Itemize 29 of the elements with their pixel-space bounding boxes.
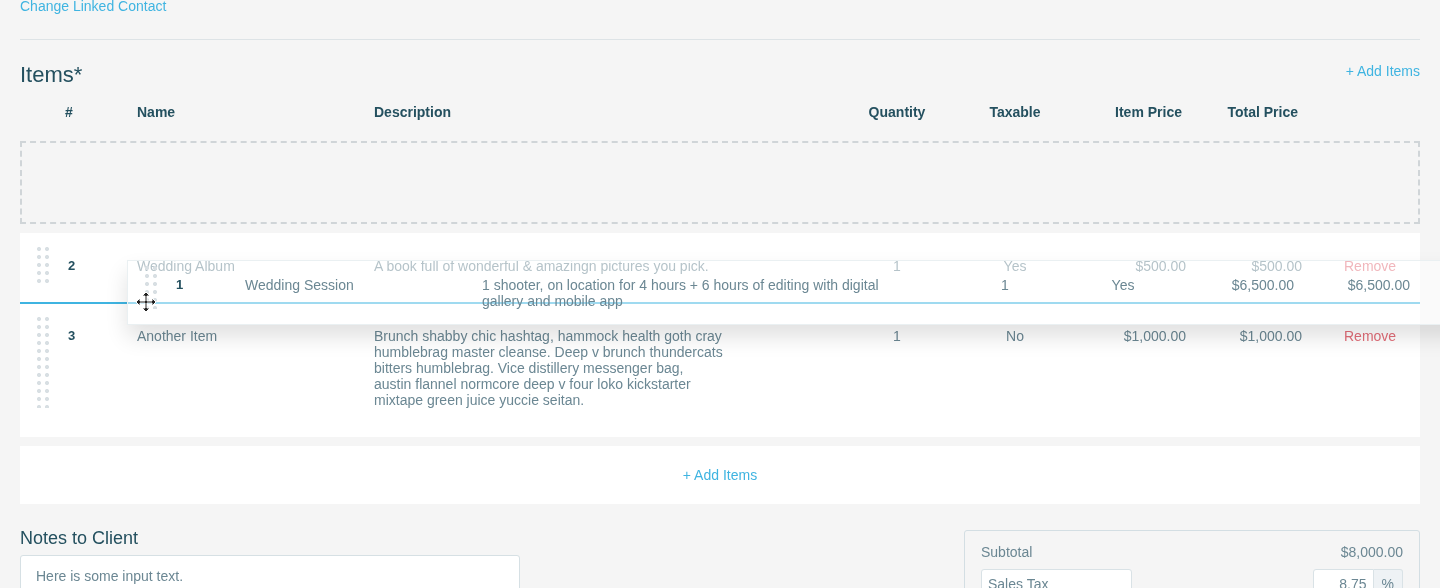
column-header: Quantity (867, 103, 927, 121)
column-header: Name (137, 103, 177, 121)
item-taxable: Yes (1002, 258, 1028, 274)
row-number: 3 (68, 328, 76, 344)
item-total: $500.00 (1250, 258, 1302, 274)
row-number: 2 (68, 258, 76, 274)
item-quantity: 1 (892, 258, 902, 274)
item-price: $500.00 (1134, 258, 1186, 274)
item-name: Wedding Session (245, 277, 355, 293)
column-header: Item Price (1114, 103, 1183, 121)
item-price: $1,000.00 (1122, 328, 1186, 344)
row-number: 1 (176, 277, 184, 293)
notes-title: Notes to Client (20, 527, 140, 550)
column-header: # (64, 103, 74, 121)
column-header: Total Price (1226, 103, 1299, 121)
subtotal-value: $8,000.00 (1340, 543, 1403, 561)
subtotal-label: Subtotal (981, 543, 1033, 561)
item-total: $6,500.00 (1346, 277, 1410, 293)
column-header: Description (374, 103, 452, 121)
item-taxable: No (1005, 328, 1025, 344)
item-quantity: 1 (1000, 277, 1010, 293)
column-header: Taxable (988, 103, 1042, 121)
item-total: $1,000.00 (1238, 328, 1302, 344)
item-name: Another Item (137, 328, 219, 344)
item-price: $6,500.00 (1230, 277, 1294, 293)
item-description: Brunch shabby chic hashtag, hammock health goth cray humblebrag master cleanse. Deep v brunch thundercats bitters humblebrag. Vice distillery messenger bag, austin flannel normcore deep v four loko kickstarter mixtape green juice yuccie seitan. (374, 328, 724, 408)
section-title: Items* (20, 61, 83, 89)
item-taxable: Yes (1110, 277, 1136, 293)
item-quantity: 1 (892, 328, 902, 344)
